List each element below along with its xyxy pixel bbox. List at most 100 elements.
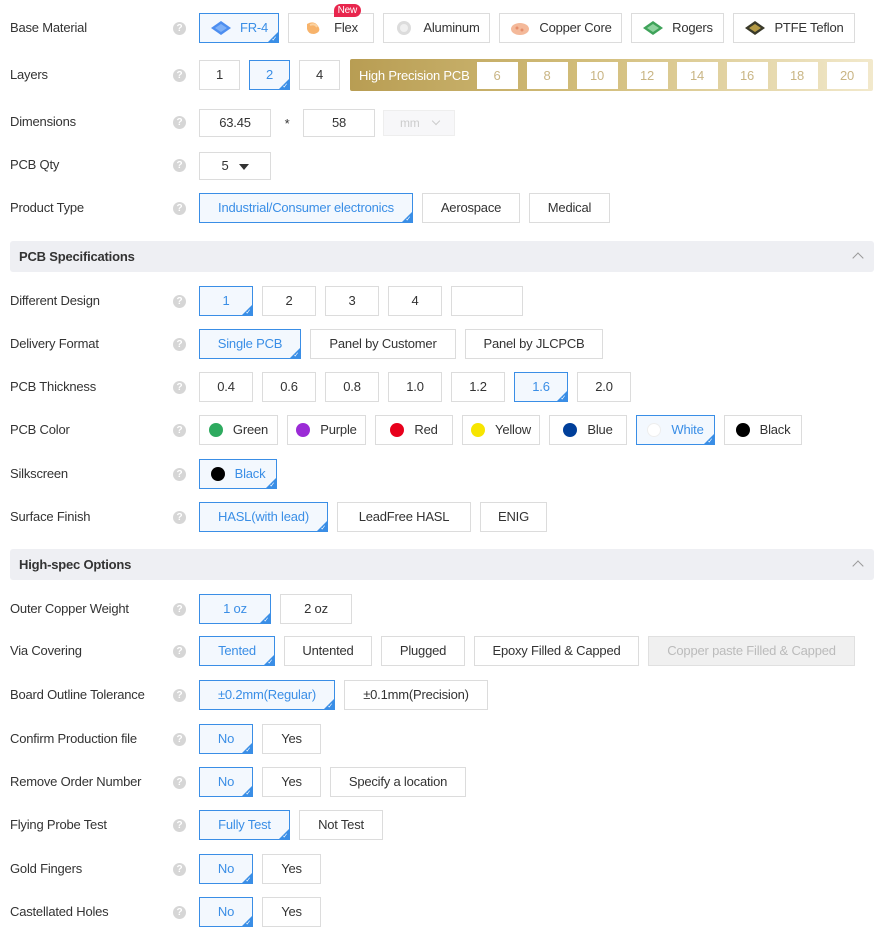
design-custom-input[interactable] (451, 286, 523, 316)
color-option-green[interactable]: Green (199, 415, 278, 445)
remove-order-option[interactable]: Yes (262, 767, 321, 797)
color-option-white[interactable]: White (636, 415, 715, 447)
tolerance-option[interactable]: ±0.1mm(Precision) (344, 680, 488, 710)
layer-option[interactable]: 8 (526, 61, 568, 89)
option-label: Green (232, 422, 269, 437)
layers-label: Layers (10, 67, 48, 82)
help-icon[interactable]: ? (173, 603, 186, 616)
layer-option[interactable]: 16 (726, 61, 768, 89)
castellated-option[interactable]: No (199, 897, 253, 929)
help-icon[interactable]: ? (173, 202, 186, 215)
help-icon[interactable]: ? (173, 424, 186, 437)
color-option-red[interactable]: Red (375, 415, 453, 445)
help-icon[interactable]: ? (173, 645, 186, 658)
surface-finish-option[interactable]: HASL(with lead) (199, 502, 328, 534)
flying-probe-option[interactable]: Fully Test (199, 810, 290, 842)
gold-fingers-option[interactable]: Yes (262, 854, 321, 884)
confirm-production-label: Confirm Production file (10, 731, 137, 746)
section-high-spec-options[interactable]: High-spec Options (10, 549, 874, 580)
layer-option[interactable]: 4 (299, 60, 340, 90)
help-icon[interactable]: ? (173, 116, 186, 129)
silkscreen-option-black[interactable]: Black (199, 459, 277, 491)
thickness-option[interactable]: 1.0 (388, 372, 442, 402)
castellated-label: Castellated Holes (10, 904, 109, 919)
help-icon[interactable]: ? (173, 159, 186, 172)
confirm-production-option[interactable]: No (199, 724, 253, 756)
unit-select[interactable]: mm (383, 110, 455, 136)
flying-probe-option[interactable]: Not Test (299, 810, 383, 840)
via-covering-option[interactable]: Tented (199, 636, 275, 668)
via-covering-option[interactable]: Untented (284, 636, 372, 666)
thickness-option[interactable]: 0.8 (325, 372, 379, 402)
product-type-label: Product Type (10, 200, 84, 215)
surface-finish-option[interactable]: LeadFree HASL (337, 502, 471, 532)
layer-option[interactable]: 18 (776, 61, 818, 89)
layer-option[interactable]: 20 (826, 61, 868, 89)
help-icon[interactable]: ? (173, 906, 186, 919)
copper-weight-option[interactable]: 1 oz (199, 594, 271, 626)
remove-order-option[interactable]: No (199, 767, 253, 799)
surface-finish-option[interactable]: ENIG (480, 502, 547, 532)
height-input[interactable]: 58 (303, 109, 375, 137)
help-icon[interactable]: ? (173, 22, 186, 35)
product-type-option[interactable]: Medical (529, 193, 610, 223)
remove-order-label: Remove Order Number (10, 774, 142, 789)
design-option[interactable]: 4 (388, 286, 442, 316)
color-swatch-icon (390, 423, 405, 437)
help-icon[interactable]: ? (173, 733, 186, 746)
option-copper-core[interactable]: Copper Core (499, 13, 622, 43)
design-option[interactable]: 2 (262, 286, 316, 316)
help-icon[interactable]: ? (173, 689, 186, 702)
thickness-option[interactable]: 1.2 (451, 372, 505, 402)
thickness-option[interactable]: 2.0 (577, 372, 631, 402)
thickness-option[interactable]: 0.4 (199, 372, 253, 402)
help-icon[interactable]: ? (173, 511, 186, 524)
layer-option[interactable]: 6 (476, 61, 518, 89)
color-option-black[interactable]: Black (724, 415, 802, 445)
gold-fingers-option[interactable]: No (199, 854, 253, 886)
delivery-format-option[interactable]: Panel by JLCPCB (465, 329, 603, 359)
design-option[interactable]: 1 (199, 286, 253, 318)
option-flex[interactable]: New Flex (288, 4, 374, 43)
option-rogers[interactable]: Rogers (631, 13, 724, 43)
width-input[interactable]: 63.45 (199, 109, 271, 137)
delivery-format-option[interactable]: Single PCB (199, 329, 301, 361)
tolerance-option[interactable]: ±0.2mm(Regular) (199, 680, 335, 712)
help-icon[interactable]: ? (173, 468, 186, 481)
delivery-format-option[interactable]: Panel by Customer (310, 329, 456, 359)
layer-option[interactable]: 10 (576, 61, 618, 89)
color-option-yellow[interactable]: Yellow (462, 415, 540, 445)
layer-option[interactable]: 2 (249, 60, 290, 92)
via-covering-option[interactable]: Plugged (381, 636, 465, 666)
design-option[interactable]: 3 (325, 286, 379, 316)
via-covering-option[interactable]: Epoxy Filled & Capped (474, 636, 639, 666)
castellated-option[interactable]: Yes (262, 897, 321, 927)
help-icon[interactable]: ? (173, 381, 186, 394)
color-option-purple[interactable]: Purple (287, 415, 366, 445)
help-icon[interactable]: ? (173, 295, 186, 308)
chevron-up-icon[interactable] (852, 252, 864, 264)
thickness-option[interactable]: 1.6 (514, 372, 568, 404)
product-type-option[interactable]: Aerospace (422, 193, 520, 223)
layer-option[interactable]: 14 (676, 61, 718, 89)
help-icon[interactable]: ? (173, 776, 186, 789)
option-aluminum[interactable]: Aluminum (383, 13, 490, 43)
help-icon[interactable]: ? (173, 863, 186, 876)
layer-option[interactable]: 12 (626, 61, 668, 89)
pcb-qty-select[interactable]: 5 (199, 152, 271, 180)
section-pcb-specifications[interactable]: PCB Specifications (10, 241, 874, 272)
layer-option[interactable]: 1 (199, 60, 240, 90)
help-icon[interactable]: ? (173, 69, 186, 82)
option-ptfe-teflon[interactable]: PTFE Teflon (733, 13, 855, 43)
chevron-up-icon[interactable] (852, 560, 864, 572)
color-option-blue[interactable]: Blue (549, 415, 627, 445)
option-fr4[interactable]: FR-4 (199, 13, 279, 45)
copper-weight-option[interactable]: 2 oz (280, 594, 352, 624)
confirm-production-option[interactable]: Yes (262, 724, 321, 754)
thickness-option[interactable]: 0.6 (262, 372, 316, 402)
product-type-option[interactable]: Industrial/Consumer electronics (199, 193, 413, 225)
remove-order-option[interactable]: Specify a location (330, 767, 466, 797)
help-icon[interactable]: ? (173, 819, 186, 832)
row-delivery-format: Delivery Format ? Single PCB Panel by Cu… (0, 327, 887, 361)
help-icon[interactable]: ? (173, 338, 186, 351)
